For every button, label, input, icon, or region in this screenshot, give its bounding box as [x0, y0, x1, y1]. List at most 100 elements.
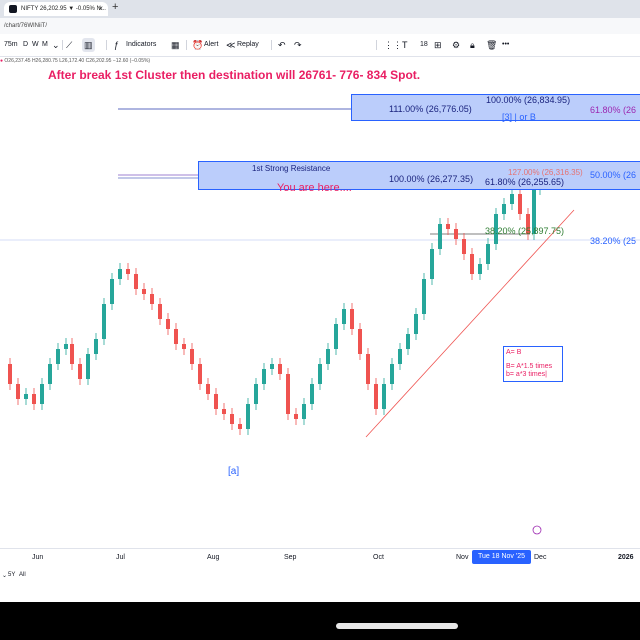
candle-body — [214, 394, 218, 409]
text-style-icon[interactable]: ⊞ — [434, 38, 442, 52]
interval-selector[interactable]: 75m — [4, 38, 18, 52]
candle-body — [190, 349, 194, 364]
candle-body — [382, 384, 386, 409]
candle-body — [414, 314, 418, 334]
month-label: Dec — [534, 554, 547, 561]
candle-body — [142, 289, 146, 294]
replay-icon[interactable]: ≪ — [226, 38, 235, 52]
text-color-icon[interactable]: T — [402, 38, 408, 52]
candle-body — [390, 364, 394, 384]
drawing-settings-icon[interactable]: ⋮⋮ — [384, 38, 402, 52]
address-bar[interactable]: /chart/76WINiiT/ — [0, 18, 640, 34]
headline-annotation[interactable]: After break 1st Cluster then destination… — [48, 68, 420, 82]
range-m-button[interactable]: M — [42, 38, 48, 52]
note-line-2: B= A*1.5 times — [506, 363, 553, 370]
trendline — [365, 209, 575, 438]
wave-a-label: [a] — [228, 466, 240, 477]
redo-icon[interactable]: ↷ — [294, 38, 302, 52]
candle-body — [310, 384, 314, 404]
chart-pane[interactable]: After break 1st Cluster then destination… — [0, 64, 640, 572]
system-navigation-bar — [0, 602, 640, 640]
wave-ratio-note[interactable]: A= B B= A*1.5 times b= a*3 times| — [503, 346, 563, 382]
range-5y-button[interactable]: 5Y — [8, 572, 15, 578]
range-all-button[interactable]: All — [19, 572, 26, 578]
range-bar: ⌄ 5Y All — [0, 570, 640, 584]
candle-body — [40, 384, 44, 404]
candle-body — [374, 384, 378, 409]
fib-100-top-label: 100.00% (26,834.95) — [486, 95, 571, 105]
browser-tab-bar: NIFTY 26,202.95 ▼ -0.05% N... × + — [0, 0, 640, 18]
candle-body — [334, 324, 338, 349]
note-line-1: A= B — [506, 349, 522, 356]
candle-body — [406, 334, 410, 349]
candle-body — [278, 364, 282, 374]
candle-body — [78, 364, 82, 379]
fib-618-mid-label: 61.80% (26,255.65) — [485, 177, 565, 187]
font-size-selector[interactable]: 18 — [420, 38, 428, 52]
fib-100-mid-label: 100.00% (26,277.35) — [389, 174, 474, 184]
candle-body — [342, 309, 346, 324]
candle-body — [56, 349, 60, 364]
candles-chart-type-icon[interactable]: ▥ — [82, 38, 95, 52]
month-label: Oct — [373, 554, 384, 561]
candle-body — [246, 404, 250, 429]
candle-body — [118, 269, 122, 279]
candle-body — [86, 354, 90, 379]
alert-button[interactable]: Alert — [204, 38, 218, 52]
candle-body — [318, 364, 322, 384]
candle-body — [230, 414, 234, 424]
fib-382-mid-label: 38.20% (25,897.75) — [485, 226, 565, 236]
new-tab-button[interactable]: + — [112, 1, 118, 13]
candle-body — [24, 394, 28, 399]
templates-icon[interactable]: ▦ — [171, 38, 180, 52]
candle-body — [102, 304, 106, 339]
you-are-here-annotation[interactable]: You are here.... — [277, 182, 352, 194]
candle-body — [16, 384, 20, 399]
candle-body — [158, 304, 162, 319]
month-label: Nov — [456, 554, 469, 561]
year-label: 2026 — [618, 554, 634, 561]
trash-icon[interactable]: 🗑︎ — [486, 38, 497, 52]
candle-body — [94, 339, 98, 354]
lock-icon[interactable]: 🔒︎ — [470, 38, 475, 52]
candle-body — [254, 384, 258, 404]
time-axis[interactable]: Jun Jul Aug Sep Oct Nov Dec 2026 Tue 18 … — [0, 548, 640, 571]
line-chart-type-icon[interactable]: ⟋ — [66, 38, 72, 52]
month-label: Jul — [116, 554, 125, 561]
url-text: /chart/76WINiiT/ — [4, 23, 48, 29]
range-d-button[interactable]: D — [23, 38, 28, 52]
candle-body — [70, 344, 74, 364]
indicators-icon[interactable]: ƒ — [114, 38, 119, 52]
candle-body — [126, 269, 130, 274]
candle-body — [222, 409, 226, 414]
close-tab-icon[interactable]: × — [98, 2, 103, 16]
candle-body — [206, 384, 210, 394]
undo-icon[interactable]: ↶ — [278, 38, 286, 52]
candle-body — [174, 329, 178, 344]
month-label: Sep — [284, 554, 297, 561]
candle-body — [238, 424, 242, 429]
month-label: Jun — [32, 554, 44, 561]
tradingview-logo-icon — [9, 5, 17, 13]
candle-body — [350, 309, 354, 329]
candle-body — [262, 369, 266, 384]
replay-button[interactable]: Replay — [237, 38, 259, 52]
range-dropdown-icon[interactable]: ⌄ — [2, 572, 7, 579]
fib-127-label: 127.00% (26,316.35) — [508, 168, 583, 177]
candle-body — [166, 319, 170, 329]
candle-body — [446, 224, 450, 229]
alert-clock-icon[interactable]: ⏰ — [192, 38, 203, 52]
chevron-down-icon[interactable]: ⌄ — [52, 38, 60, 52]
candlestick-chart[interactable] — [0, 64, 640, 548]
range-w-button[interactable]: W — [32, 38, 39, 52]
indicators-button[interactable]: Indicators — [126, 38, 156, 52]
more-options-button[interactable]: ••• — [502, 38, 509, 52]
candle-body — [182, 344, 186, 349]
settings-gear-icon[interactable]: ⚙ — [452, 38, 460, 52]
candle-body — [486, 244, 490, 264]
browser-tab[interactable]: NIFTY 26,202.95 ▼ -0.05% N... × — [4, 2, 108, 16]
candle-body — [302, 404, 306, 419]
fib-618-top-right-label: 61.80% (26 — [590, 105, 637, 115]
home-gesture-pill[interactable] — [336, 623, 458, 629]
candle-body — [286, 374, 290, 414]
